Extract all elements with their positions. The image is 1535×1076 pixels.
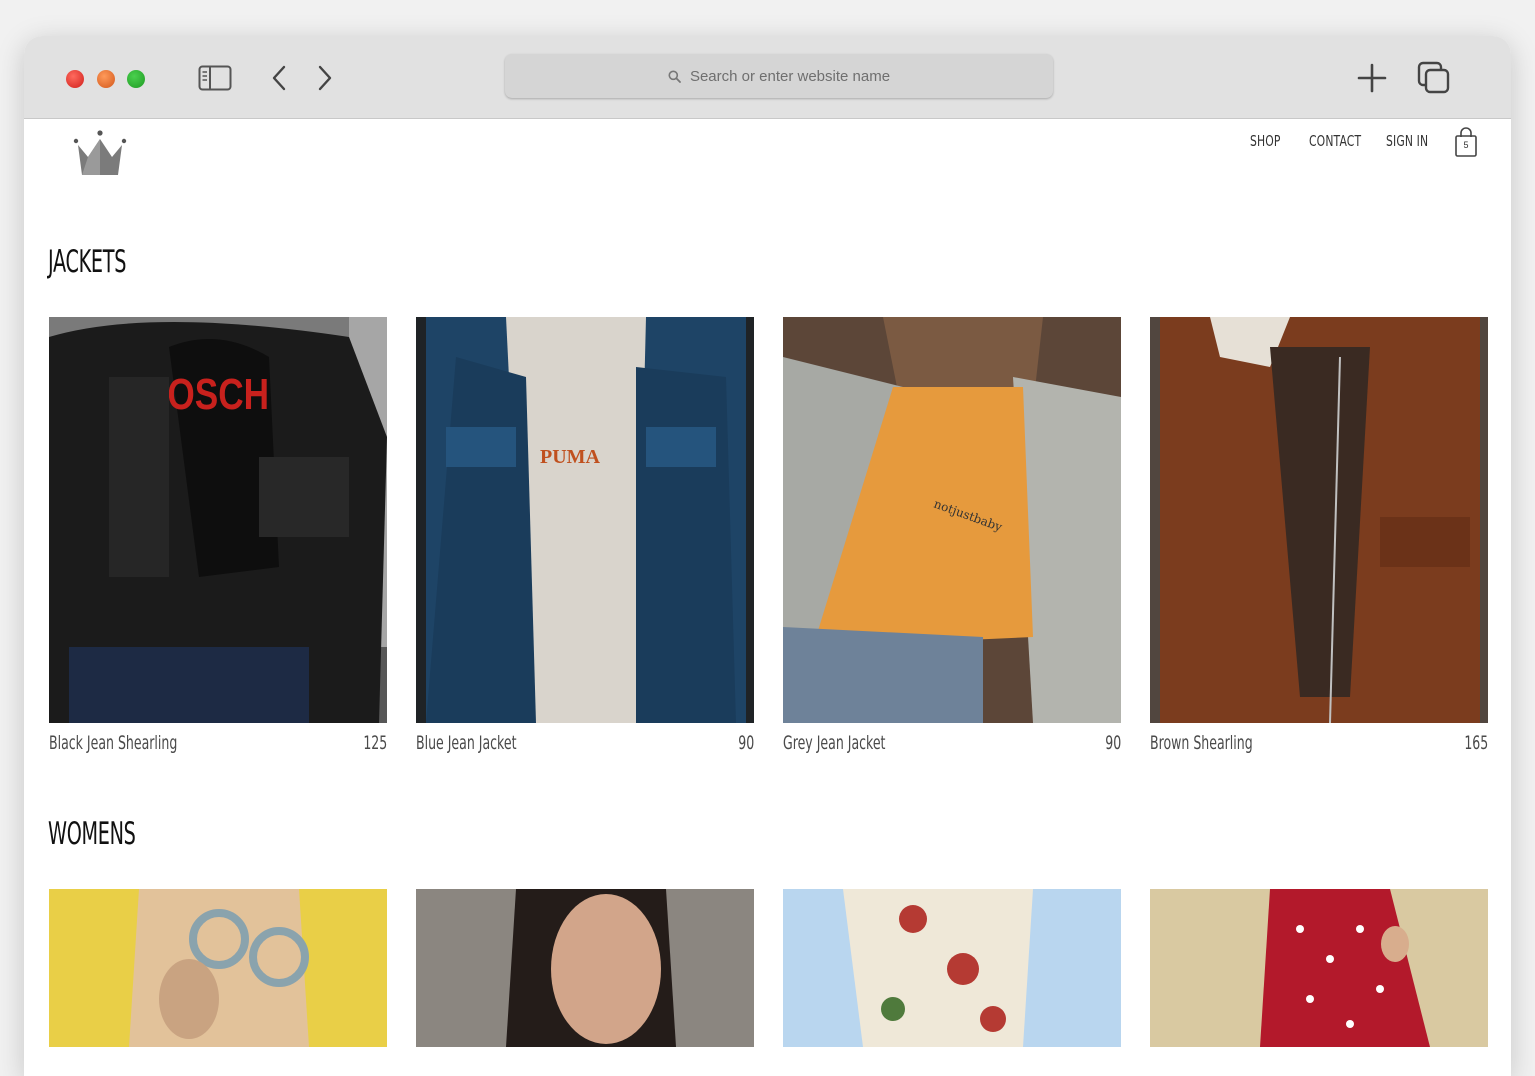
product-image[interactable]: notjustbaby [783, 317, 1121, 723]
product-card[interactable]: notjustbaby Grey Jean Jacket 90 [783, 317, 1121, 762]
browser-toolbar: Search or enter website name [24, 36, 1511, 119]
close-window-button[interactable] [66, 70, 84, 88]
product-meta: Brown Shearling 165 [1150, 732, 1488, 762]
plus-icon[interactable] [1354, 62, 1390, 94]
crown-logo[interactable] [72, 129, 128, 181]
product-image[interactable]: OSCH [49, 317, 387, 723]
nav-contact-link[interactable]: CONTACT [1309, 131, 1361, 151]
product-meta: Blue Jean Jacket 90 [416, 732, 754, 762]
section-title-womens[interactable]: WOMENS [48, 816, 136, 852]
product-name: Black Jean Shearling [49, 732, 178, 754]
browser-window: Search or enter website name SHOP CONTAC… [24, 36, 1511, 1076]
product-card[interactable]: Brown Shearling 165 [1150, 317, 1488, 762]
page-content: SHOP CONTACT SIGN IN 5 JACKETS OSCH Blac… [24, 119, 1511, 1076]
cart-button[interactable]: 5 [1454, 126, 1478, 158]
product-price: 125 [363, 732, 387, 754]
product-card[interactable] [49, 889, 387, 1047]
chevron-left-icon[interactable] [261, 62, 297, 94]
product-card[interactable]: PUMA Blue Jean Jacket 90 [416, 317, 754, 762]
product-name: Brown Shearling [1150, 732, 1253, 754]
product-card[interactable] [1150, 889, 1488, 1047]
section-title-jackets[interactable]: JACKETS [48, 244, 126, 280]
tabs-overview-icon[interactable] [1416, 61, 1452, 94]
product-image[interactable] [416, 889, 754, 1047]
sidebar-icon[interactable] [197, 62, 233, 94]
svg-text:OSCH: OSCH [167, 370, 269, 419]
cart-count: 5 [1463, 140, 1469, 150]
product-price: 90 [738, 732, 754, 754]
nav-shop-link[interactable]: SHOP [1250, 131, 1281, 151]
product-card[interactable]: OSCH Black Jean Shearling 125 [49, 317, 387, 762]
product-name: Blue Jean Jacket [416, 732, 517, 754]
address-bar[interactable]: Search or enter website name [505, 54, 1053, 98]
product-card[interactable] [416, 889, 754, 1047]
product-price: 165 [1464, 732, 1488, 754]
product-name: Grey Jean Jacket [783, 732, 886, 754]
address-placeholder: Search or enter website name [689, 67, 891, 85]
nav-sign-in-link[interactable]: SIGN IN [1386, 131, 1428, 151]
product-meta: Grey Jean Jacket 90 [783, 732, 1121, 762]
product-image[interactable]: PUMA [416, 317, 754, 723]
zoom-window-button[interactable] [127, 70, 145, 88]
product-image[interactable] [1150, 317, 1488, 723]
product-image[interactable] [49, 889, 387, 1047]
product-price: 90 [1105, 732, 1121, 754]
product-image[interactable] [1150, 889, 1488, 1047]
product-meta: Black Jean Shearling 125 [49, 732, 387, 762]
product-card[interactable] [783, 889, 1121, 1047]
product-image[interactable] [783, 889, 1121, 1047]
minimize-window-button[interactable] [97, 70, 115, 88]
svg-text:PUMA: PUMA [540, 446, 601, 468]
search-icon [668, 70, 681, 83]
chevron-right-icon[interactable] [307, 62, 343, 94]
